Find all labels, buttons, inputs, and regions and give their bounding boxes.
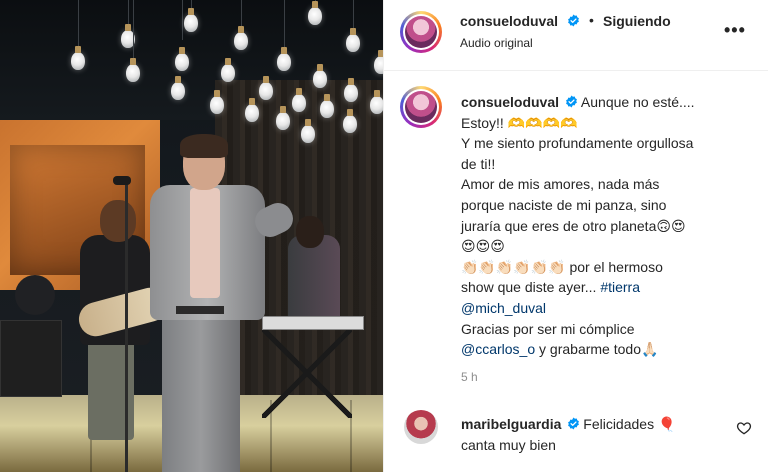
caption-line: 😍😍😍 bbox=[461, 238, 505, 255]
mention-link[interactable]: @mich_duval bbox=[461, 300, 546, 316]
post-media-video[interactable] bbox=[0, 0, 383, 472]
instagram-post-view: consueloduval • Siguiendo Audio original… bbox=[0, 0, 768, 472]
author-username[interactable]: consueloduval bbox=[460, 13, 558, 29]
light-bulb bbox=[210, 90, 224, 114]
microphone bbox=[113, 176, 131, 185]
light-bulb bbox=[313, 64, 327, 88]
verified-badge-icon bbox=[568, 417, 580, 430]
light-bulb bbox=[259, 76, 273, 100]
light-bulb bbox=[301, 119, 315, 143]
bulb-wire bbox=[182, 0, 183, 40]
post-side-panel: consueloduval • Siguiendo Audio original… bbox=[383, 0, 768, 472]
comment-text: Felicidades 🎈 bbox=[583, 416, 676, 432]
light-bulb bbox=[370, 90, 383, 114]
mic-stand bbox=[125, 182, 128, 472]
light-bulb bbox=[308, 1, 322, 25]
guitarist-head bbox=[100, 200, 136, 242]
more-options-icon[interactable]: ••• bbox=[724, 20, 746, 41]
speaker bbox=[15, 275, 55, 315]
avatar-image bbox=[405, 16, 437, 48]
commenter-avatar[interactable] bbox=[404, 410, 438, 444]
header-separator: • bbox=[589, 12, 594, 28]
light-bulb bbox=[374, 50, 383, 74]
keyboardist bbox=[288, 235, 340, 325]
like-heart-icon[interactable] bbox=[736, 420, 752, 436]
bulb-wire bbox=[78, 0, 79, 48]
amplifier bbox=[0, 320, 62, 397]
light-bulb bbox=[344, 78, 358, 102]
light-bulb bbox=[343, 109, 357, 133]
caption-line: Amor de mis amores, nada más bbox=[461, 176, 660, 193]
light-bulb bbox=[221, 58, 235, 82]
post-timestamp[interactable]: 5 h bbox=[461, 370, 478, 384]
keyboard bbox=[262, 316, 364, 330]
bulb-wire bbox=[128, 0, 129, 25]
audio-label[interactable]: Audio original bbox=[460, 36, 533, 50]
mention-link[interactable]: @ccarlos_o bbox=[461, 341, 535, 357]
light-bulb bbox=[346, 28, 360, 52]
light-bulb bbox=[71, 46, 85, 70]
caption-author-avatar[interactable] bbox=[400, 86, 442, 128]
comment-text: canta muy bien bbox=[461, 436, 556, 453]
light-bulb bbox=[126, 58, 140, 82]
caption-line: y grabarme todo🙏🏻 bbox=[535, 341, 659, 358]
keyboardist-head bbox=[296, 216, 324, 248]
verified-badge-icon bbox=[568, 14, 579, 27]
caption-line: Aunque no esté.... bbox=[580, 94, 695, 110]
caption-line: Y me siento profundamente orgullosa bbox=[461, 135, 694, 152]
avatar-image bbox=[405, 91, 437, 123]
caption-line: juraría que eres de otro planeta🙃😍 bbox=[461, 217, 686, 234]
light-bulb bbox=[245, 98, 259, 122]
comment-username[interactable]: maribelguardia bbox=[461, 416, 561, 432]
light-bulb bbox=[184, 8, 198, 32]
light-bulb bbox=[320, 94, 334, 118]
following-button[interactable]: Siguiendo bbox=[603, 13, 671, 29]
post-header: consueloduval • Siguiendo Audio original… bbox=[384, 0, 768, 71]
bulb-wire bbox=[353, 0, 354, 30]
bulb-wire bbox=[241, 0, 242, 28]
singer-hair bbox=[180, 134, 228, 158]
caption-line: show que diste ayer... bbox=[461, 279, 601, 296]
caption-line: de ti!! bbox=[461, 155, 496, 172]
singer-shirt bbox=[190, 188, 220, 298]
caption-username[interactable]: consueloduval bbox=[461, 94, 559, 110]
singer-legs bbox=[162, 300, 240, 472]
comment: maribelguardia Felicidades 🎈 canta muy b… bbox=[461, 414, 711, 455]
post-caption: consueloduval Aunque no esté.... Estoy!!… bbox=[461, 92, 741, 360]
verified-badge-icon bbox=[566, 95, 577, 108]
caption-line: porque naciste de mi panza, sino bbox=[461, 196, 667, 213]
caption-line: Estoy!! 🫶🫶🫶🫶 bbox=[461, 114, 578, 131]
light-bulb bbox=[277, 47, 291, 71]
light-bulb bbox=[292, 88, 306, 112]
singer-belt bbox=[176, 306, 224, 314]
light-bulb bbox=[234, 26, 248, 50]
bulb-wire bbox=[284, 0, 285, 50]
caption-line: 👏🏻👏🏻👏🏻👏🏻👏🏻👏🏻 por el hermoso bbox=[461, 258, 663, 275]
keyboard-stand bbox=[262, 328, 352, 418]
light-bulb bbox=[276, 106, 290, 130]
light-bulb bbox=[171, 76, 185, 100]
caption-line: Gracias por ser mi cómplice bbox=[461, 320, 635, 337]
bulb-wire bbox=[133, 0, 134, 60]
hashtag-link[interactable]: #tierra bbox=[600, 279, 640, 295]
light-bulb bbox=[175, 47, 189, 71]
author-avatar[interactable] bbox=[400, 11, 442, 53]
